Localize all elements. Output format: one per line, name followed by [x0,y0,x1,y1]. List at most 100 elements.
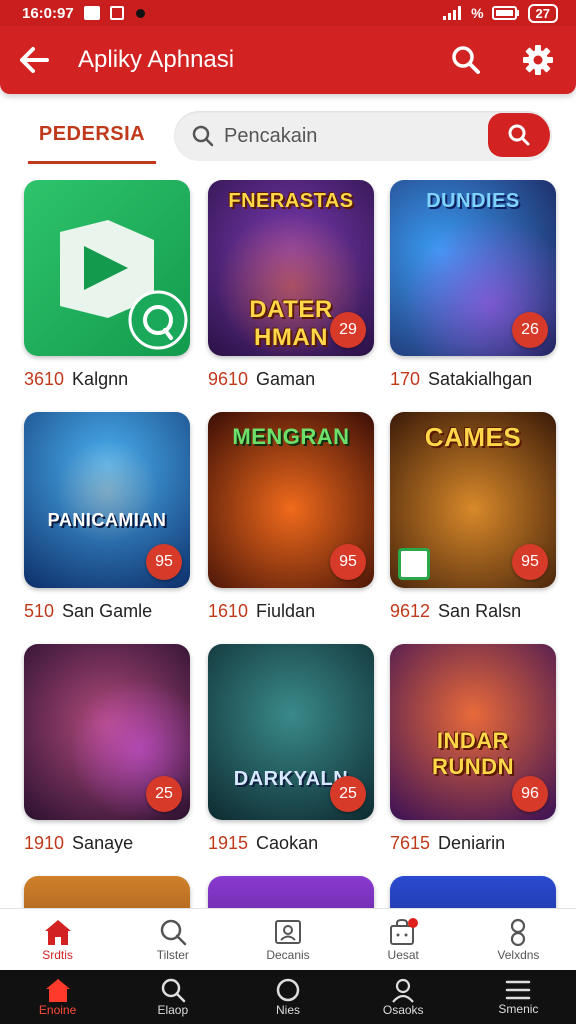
play-store-icon [60,220,188,350]
app-card[interactable] [208,876,374,910]
sys-nav-circle[interactable]: Nies [230,970,345,1024]
app-thumbnail: MENGRAN 95 [208,412,374,588]
sys-nav-menu[interactable]: Smenic [461,970,576,1024]
app-bar: Apliky Aphnasi [0,26,576,94]
app-name: Caokan [256,833,319,853]
app-card[interactable]: CAMES 95 9612 San Ralsn [390,412,556,622]
sys-nav-home[interactable]: Enoine [0,970,115,1024]
app-caption: 9610 Gaman [208,369,374,390]
battery-icon [491,6,519,20]
app-name: Sanaye [72,833,134,853]
game-title: INDAR RUNDN [432,728,514,779]
game-top-title: CAMES [424,422,522,452]
app-name: Satakialhgan [428,369,533,389]
game-top-title: FNERASTAS [228,190,354,212]
battery-percent: % [471,5,484,21]
person-icon [392,978,415,1003]
arrow-left-icon [20,47,49,73]
image-icon [109,6,124,20]
nav-item-updates[interactable]: Uesat [346,909,461,970]
app-card[interactable]: PANICAMIAN 95 510 San Gamle [24,412,190,622]
app-thumbnail [208,876,374,910]
app-card[interactable]: 25 1910 Sanaye [24,644,190,854]
rating-badge: 25 [146,776,182,812]
menu-icon [506,980,531,1000]
app-thumbnail: INDAR RUNDN 96 [390,644,556,820]
app-card[interactable]: FNERASTAS DATER HMAN 29 9610 Gaman [208,180,374,390]
app-card[interactable]: DUNDIES 26 170 Satakialhgan [390,180,556,390]
settings-button[interactable] [518,40,558,80]
status-bar: 16:0:97 % 27 [0,0,576,26]
nav-label: Velxdns [497,947,540,962]
bottom-navigation: Srdtis Tilster Decanis Uesat Velxdns [0,908,576,970]
app-caption: 1910 Sanaye [24,833,190,854]
app-thumbnail: FNERASTAS DATER HMAN 29 [208,180,374,356]
app-count: 7615 [390,833,431,853]
game-title: PANICAMIAN [47,510,167,530]
tab-pedersia[interactable]: PEDERSIA [28,114,156,164]
app-count: 1610 [208,601,249,621]
sys-nav-label: Osaoks [382,1003,424,1017]
search-icon [161,978,186,1003]
nav-label: Decanis [266,947,310,962]
app-name: San Gamle [62,601,153,621]
app-thumbnail: PANICAMIAN 95 [24,412,190,588]
search-icon [192,125,214,147]
store-logo-icon [398,548,430,580]
app-name: Deniarin [438,833,506,853]
nav-item-home[interactable]: Srdtis [0,909,115,970]
rating-badge: 95 [330,544,366,580]
circle-icon [276,978,300,1002]
sys-nav-account[interactable]: Osaoks [346,970,461,1024]
search-box [174,111,552,161]
app-count: 1915 [208,833,249,853]
app-grid: 3610 Kalgnn FNERASTAS DATER HMAN 29 9610 G… [0,180,576,910]
app-name: Fiuldan [256,601,316,621]
nav-item-profile[interactable]: Velxdns [461,909,576,970]
rating-badge: 96 [512,776,548,812]
nav-label: Srdtis [42,947,73,962]
app-card[interactable]: INDAR RUNDN 96 7615 Deniarin [390,644,556,854]
app-caption: 170 Satakialhgan [390,369,556,390]
search-input[interactable] [224,124,464,148]
app-count: 9610 [208,369,249,389]
search-icon [160,919,187,945]
battery-level-badge: 27 [527,3,558,23]
nav-label: Uesat [387,947,419,962]
sys-nav-search[interactable]: Elaop [115,970,230,1024]
app-count: 3610 [24,369,65,389]
app-card[interactable] [24,876,190,910]
sys-nav-label: Smenic [498,1002,539,1016]
search-icon [508,124,530,146]
game-top-title: DUNDIES [426,190,520,212]
app-card[interactable] [390,876,556,910]
rating-badge: 29 [330,312,366,348]
nav-item-categories[interactable]: Decanis [230,909,345,970]
app-thumbnail: 25 [24,644,190,820]
person-icon [511,918,526,946]
app-card[interactable]: 3610 Kalgnn [24,180,190,390]
sys-nav-label: Elaop [157,1003,189,1017]
home-icon [44,919,71,945]
system-navigation: Enoine Elaop Nies Osaoks Smenic [0,970,576,1024]
app-name: San Ralsn [438,601,522,621]
app-thumbnail: DUNDIES 26 [390,180,556,356]
bag-icon [390,917,419,945]
rating-badge: 95 [512,544,548,580]
back-button[interactable] [14,40,54,80]
app-caption: 510 San Gamle [24,601,190,622]
search-submit-button[interactable] [488,113,550,157]
app-count: 510 [24,601,55,621]
nav-item-search[interactable]: Tilster [115,909,230,970]
app-name: Kalgnn [72,369,129,389]
app-caption: 9612 San Ralsn [390,601,556,622]
app-count: 1910 [24,833,65,853]
search-button[interactable] [446,40,486,80]
app-card[interactable]: MENGRAN 95 1610 Fiuldan [208,412,374,622]
rating-badge: 25 [330,776,366,812]
app-caption: 1915 Caokan [208,833,374,854]
app-caption: 1610 Fiuldan [208,601,374,622]
app-card[interactable]: DARKYALN 25 1915 Caokan [208,644,374,854]
gear-icon [523,45,553,75]
sys-nav-label: Nies [276,1003,301,1017]
